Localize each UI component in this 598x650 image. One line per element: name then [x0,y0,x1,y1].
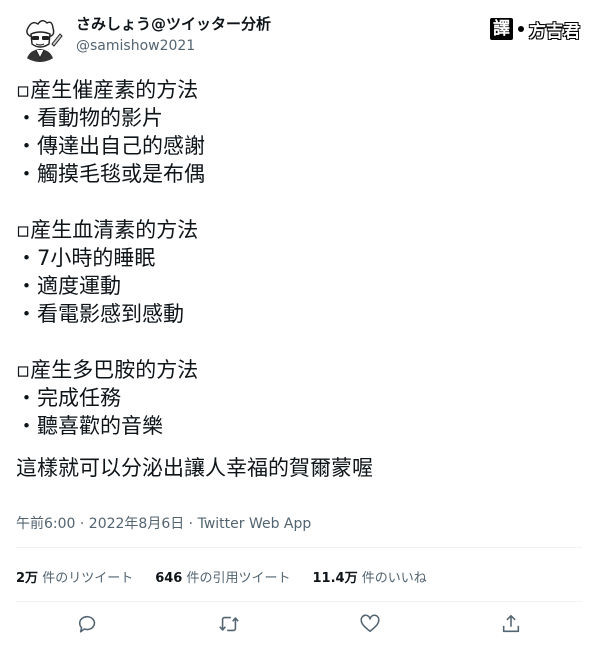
tweet-line: ・觸摸毛毯或是布偶 [16,162,205,186]
avatar[interactable] [16,14,64,62]
tweet-line: ・聽喜歡的音樂 [16,414,163,438]
retweet-button[interactable] [209,604,249,644]
divider [16,547,582,548]
retweets-count: 2万 [16,570,39,586]
quotes-stat[interactable]: 646 件の引用ツイート [155,567,290,586]
watermark-dot [518,26,524,32]
tweet-line: ・傳達出自己的感謝 [16,134,205,158]
tweet-stats: 2万 件のリツイート 646 件の引用ツイート 11.4万 件のいいね [16,562,449,590]
tweet-text: ▫産生催産素的方法 ・看動物的影片 ・傳達出自己的感謝 ・觸摸毛毯或是布偶 ▫産… [16,76,582,482]
likes-label: 件のいいね [361,570,427,586]
tweet-line: ・看動物的影片 [16,106,163,130]
tweet-line: ▫産生催産素的方法 [16,78,199,102]
reply-button[interactable] [68,604,108,644]
tweet-actions [16,604,582,644]
display-name[interactable]: さみしょう@ツイッター分析 [76,14,271,34]
tweet-line: ・適度運動 [16,274,121,298]
quotes-count: 646 [155,570,183,586]
tweet-timestamp[interactable]: 午前6:00 · 2022年8月6日 · Twitter Web App [16,513,311,533]
tweet-line: ・完成任務 [16,386,121,410]
watermark-name: 方吉君 [529,21,580,42]
quotes-label: 件の引用ツイート [186,570,291,586]
like-icon [360,614,380,633]
like-button[interactable] [350,604,390,644]
retweet-icon [219,616,239,632]
divider [16,601,582,602]
retweets-label: 件のリツイート [42,570,134,586]
share-icon [502,614,520,633]
user-info: さみしょう@ツイッター分析 @samishow2021 [76,14,271,56]
tweet-line: ▫産生血清素的方法 [16,218,199,242]
share-button[interactable] [491,604,531,644]
tweet-header: さみしょう@ツイッター分析 @samishow2021 譯 方吉君 [16,10,582,66]
translator-watermark: 譯 方吉君 [490,17,580,42]
watermark-box-label: 譯 [490,18,513,40]
user-handle[interactable]: @samishow2021 [76,36,271,56]
tweet-line: ・7小時的睡眠 [16,246,156,270]
avatar-illustration-icon [16,14,64,62]
reply-icon [78,615,96,633]
retweets-stat[interactable]: 2万 件のリツイート [16,567,133,586]
tweet-line: ・看電影感到感動 [16,302,184,326]
likes-count: 11.4万 [312,570,358,586]
tweet-line: ▫産生多巴胺的方法 [16,358,199,382]
tweet-closing-line: 這樣就可以分泌出讓人幸福的賀爾蒙喔 [16,456,373,480]
likes-stat[interactable]: 11.4万 件のいいね [313,567,427,586]
